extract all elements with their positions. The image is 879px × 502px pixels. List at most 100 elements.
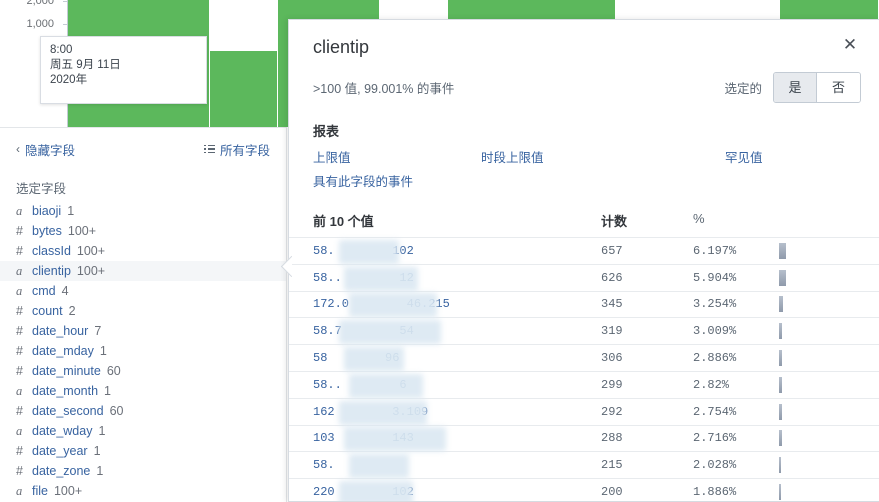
tooltip-date: 周五 9月 11日 bbox=[50, 59, 121, 71]
sidebar-field-date_minute[interactable]: # date_minute 60 bbox=[0, 361, 286, 381]
report-links-row: 上限值 时段上限值 罕见值 bbox=[313, 147, 855, 168]
value-bar bbox=[779, 457, 782, 474]
value-percent: 2.886% bbox=[693, 351, 737, 366]
sidebar-field-date_month[interactable]: a date_month 1 bbox=[0, 381, 286, 401]
field-name: date_mday bbox=[32, 344, 94, 358]
value-bar-cell bbox=[753, 429, 855, 447]
value-prefix: 58.7 bbox=[313, 324, 342, 339]
y-axis-label-2000: 2,000 bbox=[26, 0, 54, 7]
sidebar-field-date_mday[interactable]: # date_mday 1 bbox=[0, 341, 286, 361]
toggle-no-button[interactable]: 否 bbox=[817, 73, 860, 102]
all-fields-button[interactable]: 所有字段 bbox=[203, 140, 270, 159]
value-percent: 2.028% bbox=[693, 458, 737, 473]
reports-heading: 报表 bbox=[313, 124, 340, 139]
redaction-overlay bbox=[339, 239, 399, 264]
sidebar-field-clientip[interactable]: a clientip 100+ bbox=[0, 261, 286, 281]
sidebar-field-classId[interactable]: # classId 100+ bbox=[0, 241, 286, 261]
value-percent: 5.904% bbox=[693, 270, 737, 285]
table-row: 58. 215 2.028% bbox=[289, 451, 879, 479]
field-coverage-text: >100 值, 99.001% 的事件 bbox=[313, 82, 455, 96]
sidebar-field-cmd[interactable]: a cmd 4 bbox=[0, 281, 286, 301]
table-row: 58. 102 657 6.197% bbox=[289, 237, 879, 264]
table-body: 58. 102657 6.197% 58.. 12626 5.904% 172.0 46… bbox=[289, 237, 879, 501]
sidebar-field-biaoji[interactable]: a biaoji 1 bbox=[0, 201, 286, 221]
table-row: 58.. 6299 2.82% bbox=[289, 370, 879, 398]
field-value-count: 7 bbox=[94, 324, 102, 338]
chart-bar[interactable] bbox=[210, 51, 278, 127]
field-value-link[interactable]: 162 3.109 bbox=[313, 400, 601, 425]
toggle-yes-button[interactable]: 是 bbox=[774, 73, 817, 102]
value-bar-cell bbox=[753, 349, 855, 367]
field-value-link[interactable]: 220 102 bbox=[313, 481, 601, 501]
events-with-field-link[interactable]: 具有此字段的事件 bbox=[313, 171, 413, 190]
value-bar-cell bbox=[753, 483, 855, 501]
field-value-count: 1 bbox=[98, 424, 106, 438]
field-value-link[interactable]: 58.. 12 bbox=[313, 266, 601, 291]
field-name: classId bbox=[32, 244, 71, 258]
value-count: 626 bbox=[601, 270, 623, 285]
sidebar-field-bytes[interactable]: # bytes 100+ bbox=[0, 221, 286, 241]
top-values-table: 前 10 个值 计数 % 58. 1026576.197%58.. 126265… bbox=[289, 191, 879, 501]
numeric-field-icon: # bbox=[16, 404, 23, 418]
value-percent: 2.716% bbox=[693, 431, 737, 446]
value-count: 299 bbox=[601, 377, 623, 392]
field-value-link[interactable]: 58. bbox=[313, 454, 601, 479]
list-icon bbox=[203, 144, 215, 154]
value-prefix: 58.. bbox=[313, 270, 342, 285]
field-value-link[interactable]: 58.. 6 bbox=[313, 373, 601, 398]
numeric-field-icon: # bbox=[16, 464, 23, 478]
rare-values-link[interactable]: 罕见值 bbox=[725, 147, 763, 166]
field-value-link[interactable]: 172.0 46.215 bbox=[313, 293, 601, 318]
redaction-overlay bbox=[349, 373, 423, 398]
sidebar-field-date_zone[interactable]: # date_zone 1 bbox=[0, 461, 286, 481]
close-icon[interactable]: ✕ bbox=[839, 33, 861, 55]
field-value-link[interactable]: 58 96 bbox=[313, 347, 601, 372]
field-name: date_zone bbox=[32, 464, 91, 478]
field-value-link[interactable]: 58.7 54 bbox=[313, 320, 601, 345]
hide-fields-button[interactable]: ‹ 隐藏字段 bbox=[16, 140, 75, 159]
value-bar bbox=[779, 376, 783, 393]
value-bar-cell bbox=[753, 269, 855, 287]
value-count: 345 bbox=[601, 297, 623, 312]
value-count: 200 bbox=[601, 485, 623, 500]
field-value-link[interactable]: 58. 102 bbox=[313, 239, 601, 264]
value-prefix: 58 bbox=[313, 351, 328, 366]
field-name: clientip bbox=[32, 264, 71, 278]
sidebar-field-date_second[interactable]: # date_second 60 bbox=[0, 401, 286, 421]
field-value-count: 1 bbox=[93, 444, 101, 458]
value-prefix: 162 bbox=[313, 404, 335, 419]
field-summary-screen: 2,000 1,000 8:00 周五 9月 11日 2020年 ‹ 隐藏字段 … bbox=[0, 0, 879, 502]
value-percent: 6.197% bbox=[693, 243, 737, 258]
sidebar-field-count[interactable]: # count 2 bbox=[0, 301, 286, 321]
hide-fields-label: 隐藏字段 bbox=[25, 143, 76, 158]
numeric-field-icon: # bbox=[16, 244, 23, 258]
selected-toggle: 是 否 bbox=[773, 72, 861, 103]
top-values-link[interactable]: 上限值 bbox=[313, 147, 351, 166]
top-values-by-time-link[interactable]: 时段上限值 bbox=[481, 147, 544, 166]
value-bar bbox=[779, 323, 783, 340]
sidebar-field-date_year[interactable]: # date_year 1 bbox=[0, 441, 286, 461]
string-field-icon: a bbox=[16, 264, 23, 278]
value-prefix: 172.0 bbox=[313, 297, 350, 312]
redaction-overlay bbox=[339, 400, 427, 425]
fields-toolbar: ‹ 隐藏字段 所有字段 bbox=[0, 128, 286, 170]
value-bar-cell bbox=[753, 242, 855, 260]
sidebar-field-date_hour[interactable]: # date_hour 7 bbox=[0, 321, 286, 341]
value-bar-cell bbox=[753, 456, 855, 474]
numeric-field-icon: # bbox=[16, 324, 23, 338]
selected-fields-heading: 选定字段 bbox=[16, 182, 67, 196]
value-count: 288 bbox=[601, 431, 623, 446]
field-name: date_month bbox=[32, 384, 99, 398]
field-value-link[interactable]: 103 143 bbox=[313, 427, 601, 452]
table-row: 172.0 46.215345 3.254% bbox=[289, 290, 879, 318]
chevron-left-icon: ‹ bbox=[16, 142, 20, 156]
field-summary-popup: clientip ✕ >100 值, 99.001% 的事件 选定的 是 否 报… bbox=[288, 19, 879, 502]
value-count: 292 bbox=[601, 404, 623, 419]
value-bar-cell bbox=[753, 403, 855, 421]
value-count: 306 bbox=[601, 351, 623, 366]
sidebar-field-file[interactable]: a file 100+ bbox=[0, 481, 286, 501]
string-field-icon: a bbox=[16, 204, 23, 218]
column-header-count: 计数 bbox=[601, 214, 628, 229]
sidebar-field-date_wday[interactable]: a date_wday 1 bbox=[0, 421, 286, 441]
redaction-overlay bbox=[344, 427, 446, 452]
